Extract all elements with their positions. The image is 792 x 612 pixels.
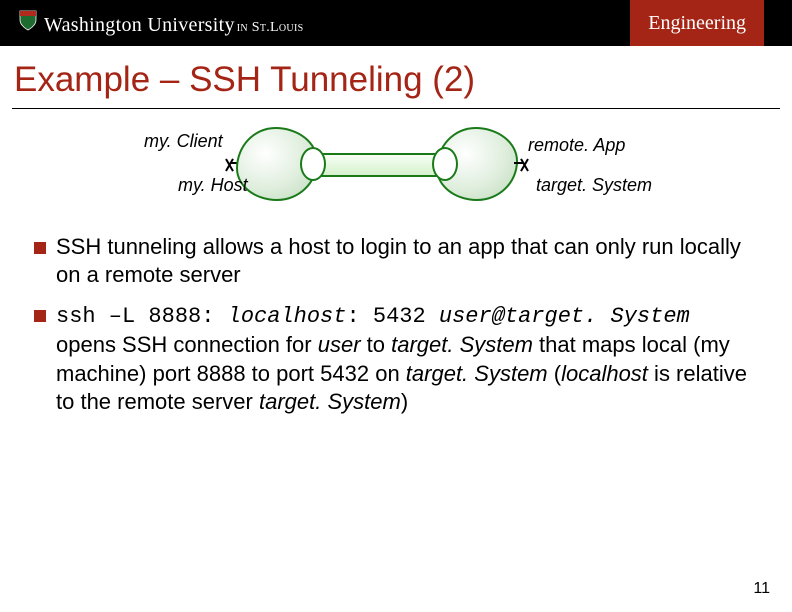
ssh-command-user: user@target. System [439,304,690,329]
expl-target-2: target. System [406,361,548,386]
university-name-main: Washington University [44,14,235,37]
label-target-system: target. System [536,175,652,196]
ssh-command-mid: : 5432 [346,304,438,329]
bullet-2-text: ssh –L 8888: localhost: 5432 user@target… [56,301,762,416]
university-name-sub: in St.Louis [237,20,304,36]
expl-part-2: to [361,332,392,357]
expl-localhost: localhost [561,361,648,386]
bullet-square-icon [34,242,46,254]
label-my-client: my. Client [144,131,223,152]
expl-target-1: target. System [391,332,533,357]
ssh-command-prefix: ssh –L 8888: [56,304,228,329]
slide-body: SSH tunneling allows a host to login to … [34,233,762,416]
expl-part-4: ( [548,361,561,386]
bullet-1: SSH tunneling allows a host to login to … [34,233,762,289]
expl-part-1: opens SSH connection for [56,332,318,357]
expl-part-6: ) [401,389,408,414]
header-bar: Washington University in St.Louis Engine… [0,0,792,46]
label-my-host: my. Host [178,175,248,196]
port-left [300,147,326,181]
tunnel-diagram: my. Client my. Host remote. App target. … [16,113,776,223]
slide-title: Example – SSH Tunneling (2) [14,60,792,100]
label-remote-app: remote. App [528,135,625,156]
bullet-square-icon [34,310,46,322]
shield-icon [18,9,38,36]
engineering-label: Engineering [648,12,746,35]
page-number: 11 [753,580,770,598]
university-logo: Washington University in St.Louis [18,9,303,37]
port-right [432,147,458,181]
engineering-badge: Engineering [630,0,764,46]
app-connector-icon [514,162,524,164]
bullet-2: ssh –L 8888: localhost: 5432 user@target… [34,301,762,416]
tunnel-pipe [316,153,440,177]
bullet-1-text: SSH tunneling allows a host to login to … [56,233,762,289]
ssh-command-localhost: localhost [228,304,347,329]
expl-target-3: target. System [259,389,401,414]
expl-user: user [318,332,361,357]
title-divider [12,108,780,109]
